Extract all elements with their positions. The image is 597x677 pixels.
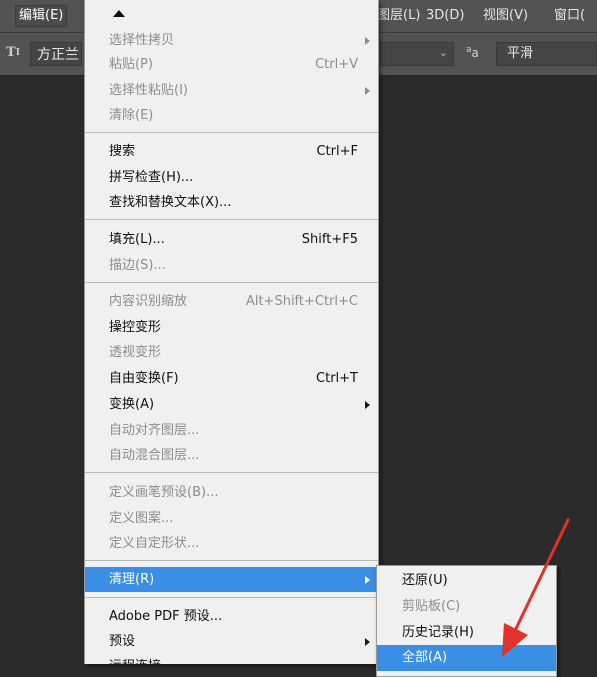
menu-item-label: 自动对齐图层... [109,423,200,438]
chevron-down-icon: ⌄ [438,46,448,59]
menu-item-shortcut: Ctrl+F [316,144,358,159]
menu-item-spell-check[interactable]: 拼写检查(H)... [85,165,378,190]
menu-item-find-replace[interactable]: 查找和替换文本(X)... [85,190,378,215]
submenu-item-label: 还原(U) [402,573,448,588]
menu-separator [85,282,378,283]
menu-item-shortcut: Ctrl+V [315,57,358,72]
menu-item-label: 清除(E) [109,108,154,123]
submenu-item-label: 历史记录(H) [402,625,474,640]
menu-item-stroke[interactable]: 描边(S)... [85,253,378,278]
menu-item-content-aware-scale[interactable]: 内容识别缩放 Alt+Shift+Ctrl+C [85,289,378,314]
menu-item-paste[interactable]: 粘贴(P) Ctrl+V [85,52,378,77]
menu-item-label: 自由变换(F) [109,371,179,386]
menu-item-label: 粘贴(P) [109,57,153,72]
menu-item-search[interactable]: 搜索 Ctrl+F [85,139,378,164]
menu-3d[interactable]: 3D(D) [423,6,467,26]
menu-edit[interactable]: 编辑(E) [14,5,68,27]
submenu-arrow-icon [365,37,370,45]
menu-layer[interactable]: 图层(L) [374,6,423,26]
menu-item-paste-special[interactable]: 选择性粘贴(I) [85,78,378,103]
menu-item-label: 搜索 [109,144,136,159]
edit-menu-dropdown: 选择性拷贝 粘贴(P) Ctrl+V 选择性粘贴(I) 清除(E) 搜索 Ctr… [84,0,379,664]
menu-item-label: Adobe PDF 预设... [109,609,223,624]
menu-item-presets[interactable]: 预设 [85,629,378,654]
menu-item-label: 预设 [109,634,136,649]
menu-item-label: 定义图案... [109,511,174,526]
menu-item-label: 操控变形 [109,320,162,335]
red-pointer-arrow-icon [502,518,570,657]
submenu-arrow-icon [365,638,370,646]
menu-item-label: 选择性粘贴(I) [109,83,188,98]
menu-item-label: 变换(A) [109,397,155,412]
font-family-select[interactable]: 方正兰 [30,42,82,66]
menu-item-label: 定义自定形状... [109,536,200,551]
menu-item-label: 查找和替换文本(X)... [109,195,232,210]
aa-icon: aa [466,45,479,60]
menu-item-auto-blend-layers[interactable]: 自动混合图层... [85,443,378,468]
menu-item-transform[interactable]: 变换(A) [85,392,378,417]
menu-item-puppet-warp[interactable]: 操控变形 [85,315,378,340]
menu-item-copy-special[interactable]: 选择性拷贝 [85,28,378,53]
menu-item-label: 定义画笔预设(B)... [109,485,219,500]
menu-item-clear[interactable]: 清除(E) [85,103,378,128]
antialias-select[interactable]: 平滑 [496,42,597,66]
menu-window[interactable]: 窗口( [551,6,588,26]
menu-separator [85,219,378,220]
font-size-select[interactable]: ⌄ [380,42,454,66]
menu-separator [85,597,378,598]
submenu-arrow-icon [365,401,370,409]
menu-item-label: 清理(R) [109,572,155,587]
menu-item-free-transform[interactable]: 自由变换(F) Ctrl+T [85,366,378,391]
menu-item-perspective-warp[interactable]: 透视变形 [85,340,378,365]
menu-item-label: 描边(S)... [109,258,166,273]
text-tool-icon[interactable]: TI [6,45,22,61]
menu-item-adobe-pdf-presets[interactable]: Adobe PDF 预设... [85,604,378,629]
menu-item-fill[interactable]: 填充(L)... Shift+F5 [85,227,378,252]
menu-item-define-brush[interactable]: 定义画笔预设(B)... [85,480,378,505]
menu-item-purge[interactable]: 清理(R) [85,567,378,592]
menu-item-label: 透视变形 [109,345,162,360]
menu-item-shortcut: Alt+Shift+Ctrl+C [245,294,358,309]
menu-item-label: 自动混合图层... [109,448,200,463]
menu-item-label: 拼写检查(H)... [109,170,194,185]
menu-separator [85,560,378,561]
menu-view[interactable]: 视图(V) [480,6,531,26]
menu-separator [85,472,378,473]
menu-item-shortcut: Shift+F5 [301,232,358,247]
menu-separator [85,132,378,133]
menu-item-define-pattern[interactable]: 定义图案... [85,506,378,531]
menu-item-label: 内容识别缩放 [109,294,188,309]
menu-item-label: 填充(L)... [109,232,165,247]
submenu-arrow-icon [365,576,370,584]
menu-item-shortcut: Ctrl+T [316,371,358,386]
submenu-arrow-icon [365,87,370,95]
submenu-item-label: 全部(A) [402,650,448,665]
menu-item-define-custom-shape[interactable]: 定义自定形状... [85,531,378,556]
menu-item-auto-align-layers[interactable]: 自动对齐图层... [85,418,378,443]
menu-item-label: 选择性拷贝 [109,33,175,48]
scroll-up-arrow-icon[interactable] [113,10,125,17]
menu-item-label: 远程连接... [109,654,173,664]
submenu-item-label: 剪贴板(C) [402,599,461,614]
menu-item-remote-connections[interactable]: 远程连接... [85,654,378,664]
